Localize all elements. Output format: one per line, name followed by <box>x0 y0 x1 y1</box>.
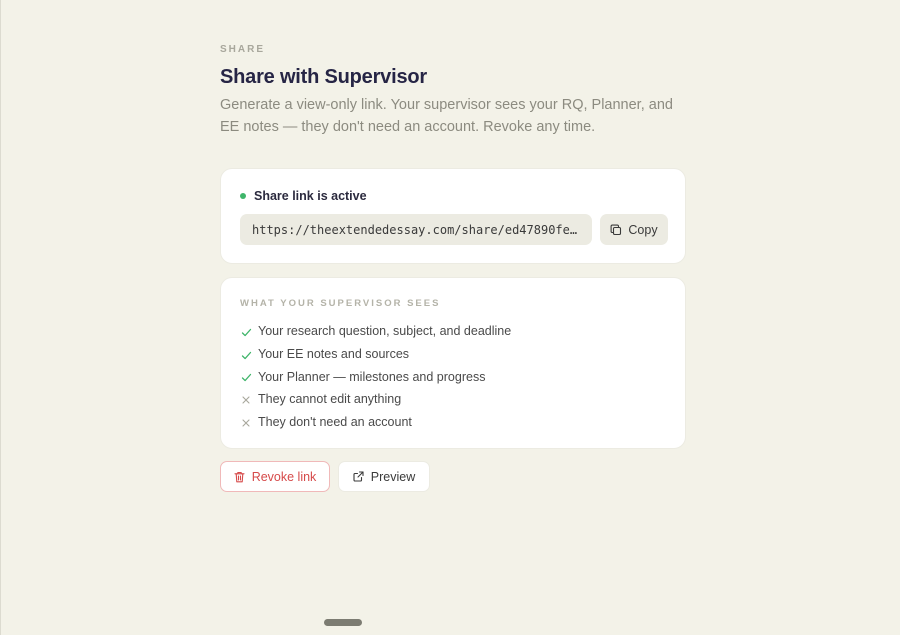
share-url-text: https://theextendedessay.com/share/ed478… <box>252 222 580 237</box>
supervisor-sees-list: Your research question, subject, and dea… <box>240 320 511 433</box>
list-item: They cannot edit anything <box>240 388 511 411</box>
share-actions: Revoke link Preview <box>220 461 430 492</box>
status-text: Share link is active <box>254 189 367 203</box>
preview-button[interactable]: Preview <box>338 461 430 492</box>
cross-icon <box>240 417 252 429</box>
cross-icon <box>240 394 252 406</box>
list-item-label: Your EE notes and sources <box>258 347 410 362</box>
list-item-label: They cannot edit anything <box>258 392 402 407</box>
share-url-field[interactable]: https://theextendedessay.com/share/ed478… <box>240 214 592 245</box>
share-status: Share link is active <box>240 188 367 204</box>
supervisor-sees-heading: WHAT YOUR SUPERVISOR SEES <box>240 298 441 309</box>
list-item: Your Planner — milestones and progress <box>240 365 511 388</box>
list-item: Your research question, subject, and dea… <box>240 320 511 343</box>
share-link-card: Share link is active https://theextended… <box>220 168 686 264</box>
page-subtitle: Generate a view-only link. Your supervis… <box>220 97 673 135</box>
supervisor-sees-card: WHAT YOUR SUPERVISOR SEES Your research … <box>220 277 686 449</box>
page-title: Share with Supervisor <box>220 66 427 88</box>
list-item: Your EE notes and sources <box>240 343 511 366</box>
check-icon <box>240 349 252 361</box>
revoke-link-button[interactable]: Revoke link <box>220 461 330 492</box>
list-item-label: Your research question, subject, and dea… <box>258 324 512 339</box>
copy-button[interactable]: Copy <box>600 214 668 245</box>
trash-icon <box>234 471 245 482</box>
copy-label: Copy <box>628 222 658 237</box>
external-link-icon <box>353 471 364 482</box>
check-icon <box>240 372 252 384</box>
section-eyebrow: SHARE <box>220 44 266 55</box>
copy-icon <box>610 224 622 235</box>
status-dot-icon <box>240 193 246 199</box>
list-item: They don't need an account <box>240 411 511 434</box>
check-icon <box>240 326 252 338</box>
list-item-label: Your Planner — milestones and progress <box>258 369 486 384</box>
revoke-label: Revoke link <box>251 469 317 484</box>
window-left-edge <box>0 0 1 635</box>
scroll-handle[interactable] <box>324 619 362 626</box>
list-item-label: They don't need an account <box>258 415 412 430</box>
preview-label: Preview <box>370 469 416 484</box>
